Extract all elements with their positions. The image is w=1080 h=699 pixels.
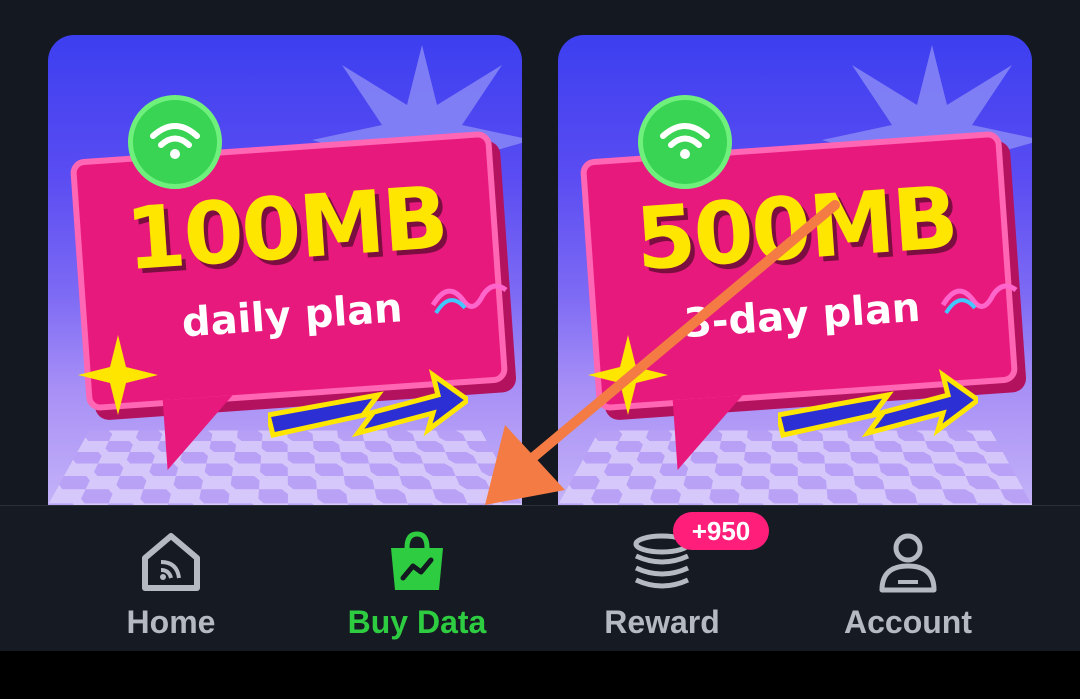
sparkle-icon — [78, 335, 158, 415]
squiggle-decoration — [940, 283, 1018, 315]
bottom-navigation: Home Buy Data Reward Account — [0, 505, 1080, 651]
nav-label-home: Home — [126, 604, 216, 640]
home-icon — [142, 533, 200, 591]
sparkle-icon — [588, 335, 668, 415]
plan-card-500mb[interactable]: 500MB 3-day plan — [558, 35, 1032, 505]
nav-item-buy-data[interactable]: Buy Data — [317, 506, 517, 651]
shopping-bag-icon — [391, 531, 443, 590]
squiggle-decoration — [430, 283, 508, 315]
nav-label-account: Account — [844, 604, 972, 640]
nav-item-home[interactable]: Home — [71, 506, 271, 651]
nav-item-account[interactable]: Account — [808, 506, 1008, 651]
user-icon — [879, 533, 937, 593]
nav-label-buy-data: Buy Data — [347, 604, 487, 640]
zigzag-arrow-decoration — [268, 369, 468, 438]
plan-card-100mb[interactable]: 100MB daily plan — [48, 35, 522, 505]
nav-label-reward: Reward — [604, 604, 720, 640]
app-screen: 100MB daily plan 500MB 3-day plan Home B… — [0, 0, 1080, 651]
wifi-icon — [638, 95, 732, 189]
wifi-icon — [128, 95, 222, 189]
zigzag-arrow-decoration — [778, 369, 978, 438]
reward-badge: +950 — [673, 512, 769, 550]
